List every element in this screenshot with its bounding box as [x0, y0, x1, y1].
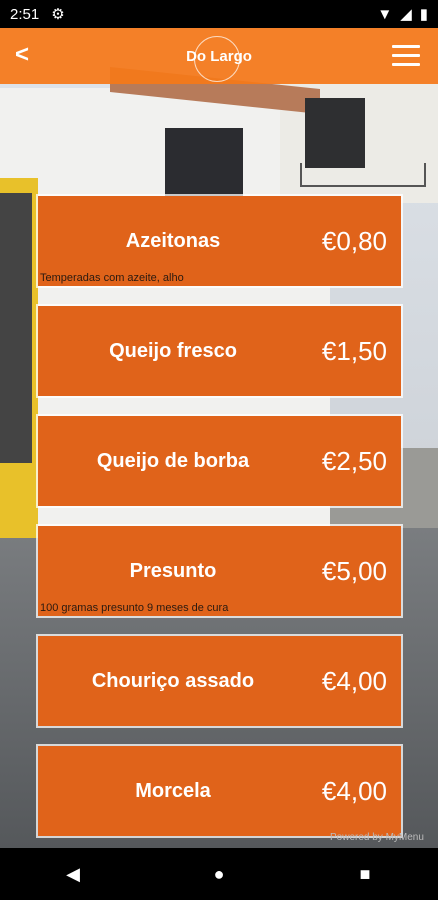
item-name: Chouriço assado [91, 669, 255, 692]
powered-by[interactable]: Powered by MyMenu [330, 832, 424, 843]
back-button[interactable]: < [9, 41, 35, 71]
wifi-icon: ▼ [377, 5, 393, 23]
home-nav-icon[interactable]: ● [199, 864, 239, 885]
recents-nav-icon[interactable]: ■ [345, 864, 385, 885]
menu-icon[interactable] [392, 45, 420, 67]
menu-item[interactable]: Presunto €5,00 100 gramas presunto 9 mes… [38, 526, 401, 616]
item-price: €1,50 [321, 335, 387, 366]
back-nav-icon[interactable]: ◀ [53, 864, 93, 885]
signal-icon: ◢ [400, 6, 412, 23]
app-header: < Do Largo [0, 28, 438, 84]
item-name: Morcela [135, 779, 211, 802]
menu-item[interactable]: Morcela €4,00 [38, 746, 401, 836]
menu-list: Azeitonas €0,80 Temperadas com azeite, a… [38, 196, 401, 856]
logo: Do Largo [186, 36, 252, 82]
item-price: €0,80 [321, 225, 387, 256]
item-name: Queijo de borba [96, 449, 250, 472]
status-bar: 2:51 ⚙ ▼ ◢ ▮ [0, 0, 438, 28]
item-description: Temperadas com azeite, alho [40, 272, 184, 284]
item-price: €5,00 [321, 555, 387, 586]
system-nav-bar: ◀ ● ■ [0, 848, 438, 900]
item-price: €4,00 [321, 665, 387, 696]
menu-item[interactable]: Queijo fresco €1,50 [38, 306, 401, 396]
logo-text: Do Largo [186, 48, 252, 65]
menu-item[interactable]: Azeitonas €0,80 Temperadas com azeite, a… [38, 196, 401, 286]
settings-icon: ⚙ [51, 6, 65, 23]
menu-item[interactable]: Queijo de borba €2,50 [38, 416, 401, 506]
menu-item[interactable]: Chouriço assado €4,00 [38, 636, 401, 726]
battery-icon: ▮ [419, 6, 428, 23]
clock: 2:51 [10, 5, 40, 23]
item-price: €4,00 [321, 775, 387, 806]
item-name: Queijo fresco [109, 339, 237, 362]
item-price: €2,50 [321, 445, 387, 476]
item-description: 100 gramas presunto 9 meses de cura [40, 602, 229, 614]
